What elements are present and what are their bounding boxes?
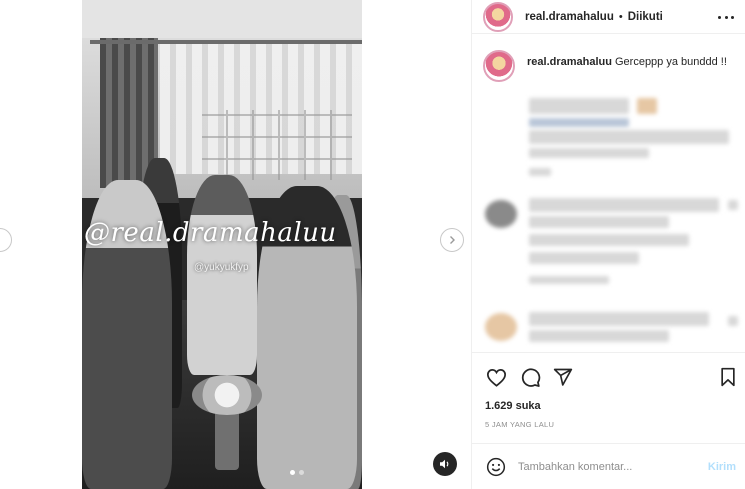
post-header: real.dramahaluu • Diikuti [472,0,745,34]
action-bar [472,352,745,402]
comment-form: Kirim [472,443,745,489]
post-video[interactable]: @real.dramahaluu @yukyukfyp [82,0,362,489]
redacted-emoji [637,98,657,114]
post-caption: real.dramahaluu Gerceppp ya bunddd !! [483,50,738,82]
redacted-text [529,98,629,114]
chevron-right-icon [450,236,455,244]
scene-flowers [192,375,262,415]
instagram-post-modal: @real.dramahaluu @yukyukfyp real.dramaha… [0,0,745,489]
carousel-dot-active [290,470,295,475]
author-avatar[interactable] [483,1,513,32]
header-separator: • [618,10,623,23]
caption-body: Gerceppp ya bunddd !! [614,56,727,68]
comment-input[interactable] [518,460,698,473]
scene-ceiling [82,0,362,38]
redacted-text [529,234,689,246]
like-button[interactable] [484,365,508,389]
scene-window [202,110,352,180]
send-icon [553,368,573,386]
comment-icon [521,367,540,387]
bookmark-icon [721,367,735,387]
media-area: @real.dramahaluu @yukyukfyp [0,0,471,489]
redacted-text [529,130,729,144]
scene-curtain-rod [90,40,362,44]
redacted-like [728,200,738,210]
share-button[interactable] [551,365,575,389]
previous-post-button[interactable] [0,228,12,252]
redacted-text [529,330,669,342]
carousel-next-button[interactable] [440,228,464,252]
save-button[interactable] [716,365,740,389]
redacted-text [529,148,649,158]
redacted-avatar [485,200,517,228]
caption-username[interactable]: real.dramahaluu [527,56,612,68]
redacted-meta [529,168,551,176]
send-comment-button[interactable]: Kirim [708,461,736,473]
redacted-link [529,118,629,127]
like-count[interactable]: 1.629 suka [485,400,541,412]
redacted-meta [529,276,609,284]
audio-icon [440,459,449,469]
more-options-icon[interactable] [718,10,734,24]
video-watermark-credit: @yukyukfyp [194,262,249,273]
carousel-dot [299,470,304,475]
author-username[interactable]: real.dramahaluu [525,11,614,23]
scene-vase [215,410,239,470]
caption-text: real.dramahaluu Gerceppp ya bunddd !! [527,50,727,82]
caption-avatar[interactable] [483,50,515,82]
video-watermark: @real.dramahaluu [84,218,337,248]
follow-status-button[interactable]: Diikuti [628,11,663,23]
emoji-icon [486,457,506,476]
redacted-like [728,316,738,326]
comment-button[interactable] [518,365,542,389]
carousel-indicator [290,470,304,475]
audio-toggle-button[interactable] [433,452,457,476]
redacted-text [529,312,709,326]
scene-person-photographer [187,175,257,375]
redacted-avatar [485,313,517,341]
emoji-button[interactable] [485,456,507,478]
redacted-text [529,216,669,228]
redacted-text [529,252,639,264]
redacted-text [529,198,719,212]
heart-icon [486,368,506,387]
post-side-panel: real.dramahaluu • Diikuti real.dramahalu… [471,0,745,489]
post-timestamp[interactable]: 5 JAM YANG LALU [485,420,554,429]
